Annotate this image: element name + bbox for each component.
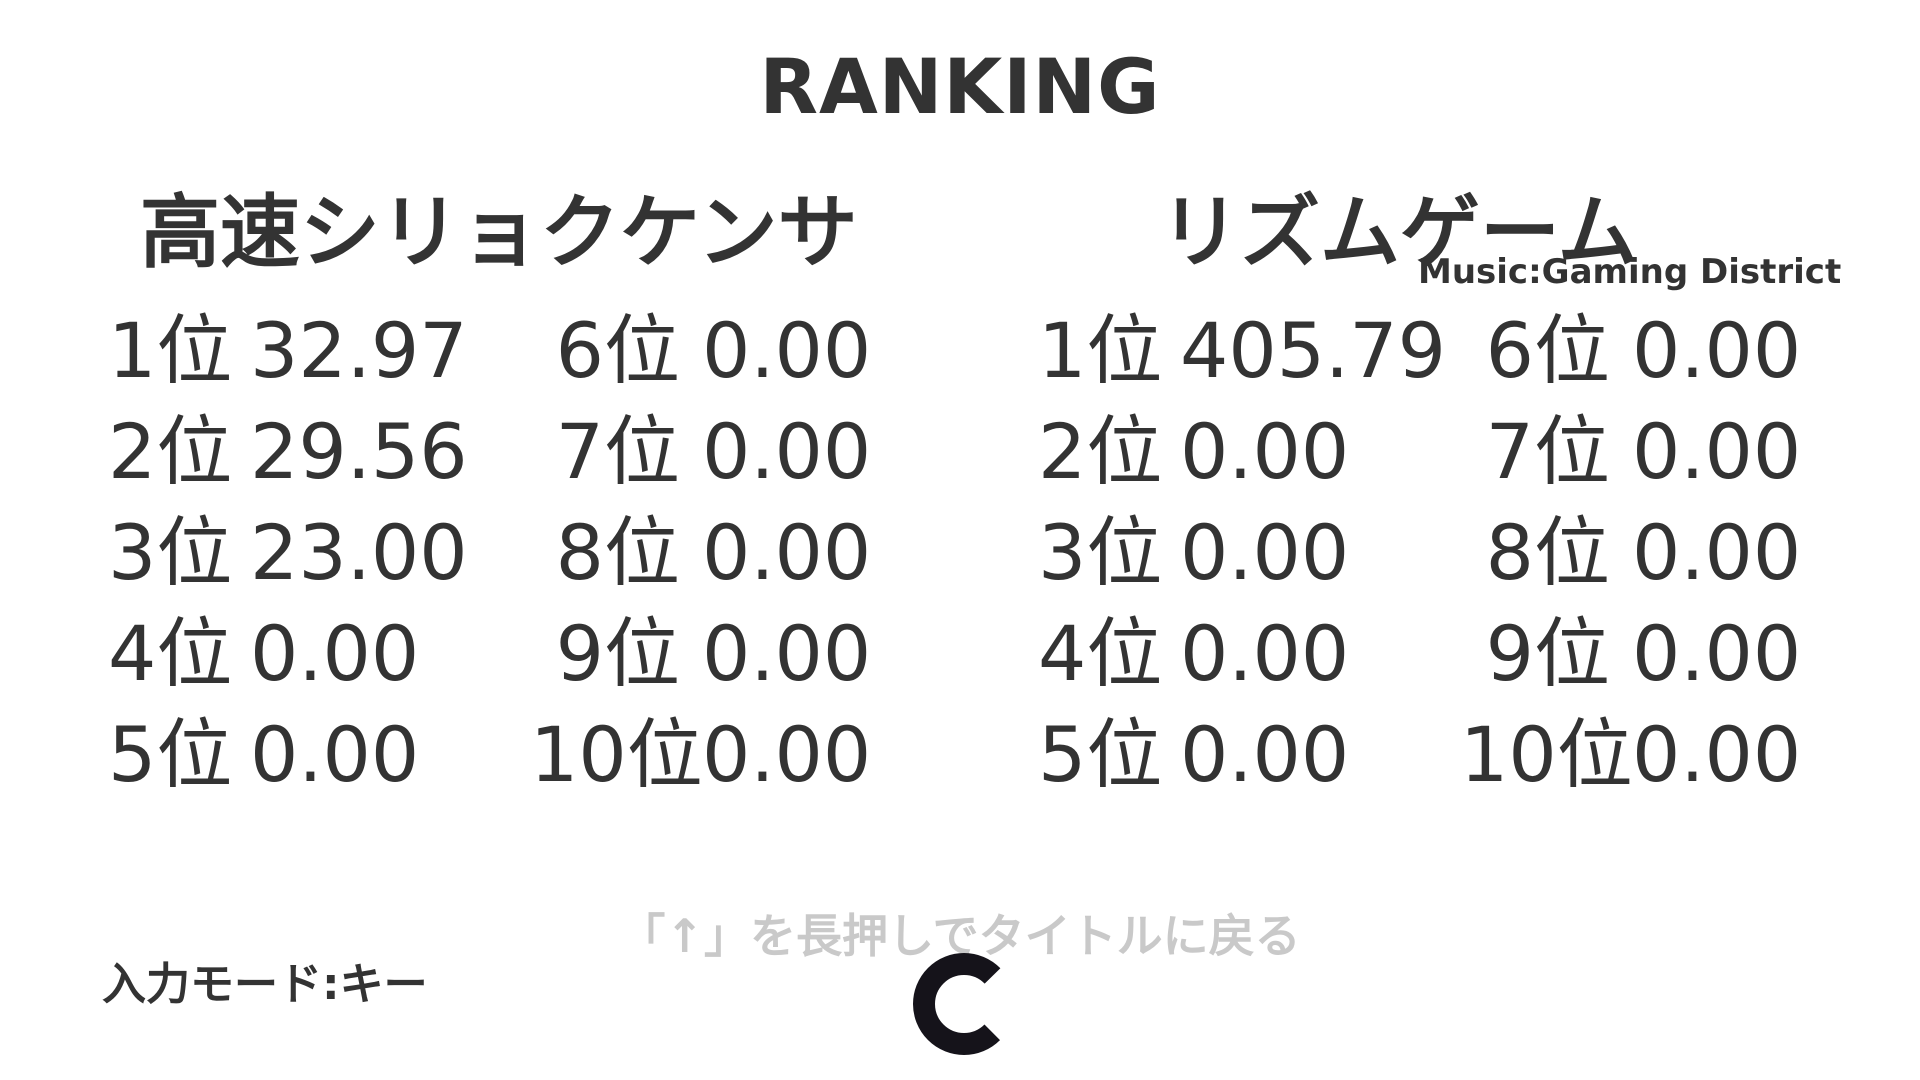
rank-label: 8位 xyxy=(1485,508,1610,597)
rank-score: 0.00 xyxy=(1632,508,1802,597)
rank-score: 23.00 xyxy=(250,508,468,597)
ranking-column-game2-top: 1位 405.79 2位 0.00 3位 0.00 4位 0.00 5位 0.00 xyxy=(1038,300,1446,805)
music-credit: Music:Gaming District xyxy=(1418,252,1842,292)
rank-label: 5位 xyxy=(1038,710,1163,799)
rank-score: 0.00 xyxy=(250,609,420,698)
ranking-row: 1位 32.97 xyxy=(108,300,468,401)
ranking-column-game1-bottom: 6位 0.00 7位 0.00 8位 0.00 9位 0.00 10位0.00 xyxy=(530,300,871,805)
rank-label: 7位 xyxy=(555,407,680,496)
ranking-column-game2-bottom: 6位 0.00 7位 0.00 8位 0.00 9位 0.00 10位0.00 xyxy=(1460,300,1801,805)
rank-label: 9位 xyxy=(1485,609,1610,698)
rank-score: 0.00 xyxy=(1632,609,1802,698)
rank-score: 0.00 xyxy=(702,710,872,799)
rank-label: 1位 xyxy=(108,306,233,395)
rank-score: 0.00 xyxy=(702,609,872,698)
rank-label: 7位 xyxy=(1485,407,1610,496)
ranking-row: 7位 0.00 xyxy=(530,401,872,502)
rank-score: 0.00 xyxy=(1632,407,1802,496)
rank-score: 0.00 xyxy=(1180,609,1350,698)
rank-score: 0.00 xyxy=(1180,508,1350,597)
rank-label: 9位 xyxy=(555,609,680,698)
ranking-row: 3位 0.00 xyxy=(1038,502,1446,603)
hold-progress-arc xyxy=(913,953,1015,1055)
ranking-row: 5位 0.00 xyxy=(1038,704,1446,805)
rank-score: 0.00 xyxy=(1632,710,1802,799)
ranking-row: 2位 29.56 xyxy=(108,401,468,502)
ranking-row: 4位 0.00 xyxy=(108,603,468,704)
rank-label: 2位 xyxy=(1038,407,1163,496)
rank-label: 4位 xyxy=(1038,609,1163,698)
rank-label: 6位 xyxy=(1485,306,1610,395)
ranking-row: 1位 405.79 xyxy=(1038,300,1446,401)
ranking-row: 8位 0.00 xyxy=(530,502,872,603)
rank-label: 10位 xyxy=(530,710,703,799)
rank-score: 0.00 xyxy=(250,710,420,799)
rank-score: 0.00 xyxy=(1180,710,1350,799)
rank-label: 2位 xyxy=(108,407,233,496)
input-mode-label: 入力モード:キー xyxy=(102,959,428,1010)
rank-label: 10位 xyxy=(1460,710,1633,799)
rank-label: 5位 xyxy=(108,710,233,799)
game-title-speed-test: 高速シリョクケンサ xyxy=(140,186,858,279)
ranking-row: 10位0.00 xyxy=(530,704,871,805)
ranking-row: 3位 23.00 xyxy=(108,502,468,603)
page-title: RANKING xyxy=(759,42,1161,131)
rank-label: 6位 xyxy=(555,306,680,395)
ranking-row: 7位 0.00 xyxy=(1460,401,1802,502)
ranking-row: 9位 0.00 xyxy=(530,603,872,704)
rank-score: 0.00 xyxy=(1180,407,1350,496)
ranking-row: 10位0.00 xyxy=(1460,704,1801,805)
rank-score: 0.00 xyxy=(702,306,872,395)
ranking-row: 9位 0.00 xyxy=(1460,603,1802,704)
ranking-row: 4位 0.00 xyxy=(1038,603,1446,704)
ranking-row: 2位 0.00 xyxy=(1038,401,1446,502)
rank-score: 0.00 xyxy=(702,508,872,597)
rank-score: 32.97 xyxy=(250,306,468,395)
ranking-row: 8位 0.00 xyxy=(1460,502,1802,603)
rank-score: 0.00 xyxy=(1632,306,1802,395)
rank-label: 1位 xyxy=(1038,306,1163,395)
rank-label: 8位 xyxy=(555,508,680,597)
ranking-row: 6位 0.00 xyxy=(1460,300,1802,401)
ranking-column-game1-top: 1位 32.97 2位 29.56 3位 23.00 4位 0.00 5位 0.00 xyxy=(108,300,468,805)
rank-label: 4位 xyxy=(108,609,233,698)
rank-score: 29.56 xyxy=(250,407,468,496)
rank-label: 3位 xyxy=(1038,508,1163,597)
rank-score: 0.00 xyxy=(702,407,872,496)
ranking-row: 6位 0.00 xyxy=(530,300,872,401)
circular-progress-icon xyxy=(913,953,1015,1055)
rank-score: 405.79 xyxy=(1180,306,1446,395)
ranking-row: 5位 0.00 xyxy=(108,704,468,805)
rank-label: 3位 xyxy=(108,508,233,597)
